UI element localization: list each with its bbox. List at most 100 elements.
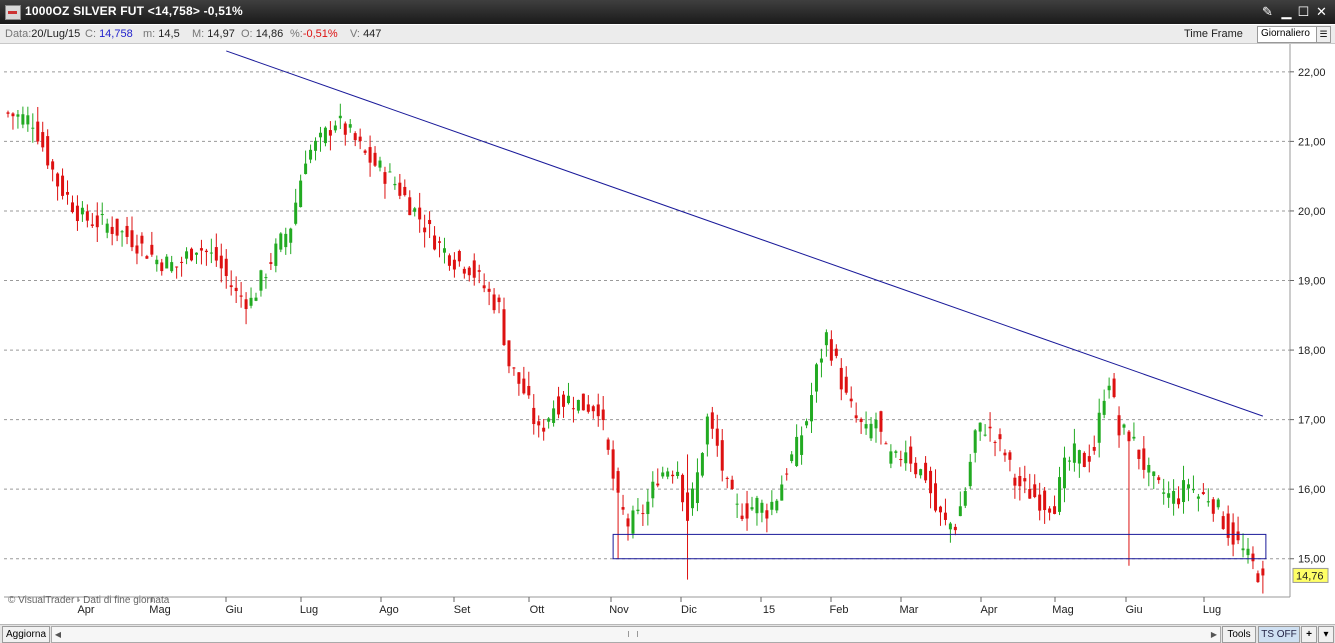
chart-scrollbar[interactable]: ◀ ▶	[51, 626, 1221, 643]
candle-body	[889, 451, 893, 464]
candle-body	[909, 446, 913, 464]
candle-body	[676, 471, 680, 477]
candle-body	[1053, 506, 1057, 514]
candle-body	[770, 501, 774, 510]
candle-body	[26, 115, 30, 125]
candle-body	[1122, 424, 1126, 428]
add-button[interactable]: +	[1301, 626, 1317, 643]
candle-body	[869, 423, 873, 439]
candle-body	[304, 163, 308, 175]
candle-body	[249, 297, 253, 306]
candle-body	[616, 471, 620, 493]
candle-body	[1172, 491, 1176, 504]
candle-body	[507, 340, 511, 367]
candle-body	[1236, 531, 1240, 541]
candle-body	[289, 228, 293, 243]
candle-body	[621, 507, 625, 510]
candle-body	[542, 427, 546, 432]
scroll-left-icon[interactable]: ◀	[52, 627, 64, 642]
candle-body	[720, 440, 724, 471]
candle-body	[1216, 499, 1220, 508]
maximize-icon[interactable]: ☐	[1295, 3, 1312, 20]
candle-body	[1196, 496, 1200, 499]
candle-body	[120, 231, 124, 233]
candle-body	[393, 183, 397, 186]
candle-body	[730, 479, 734, 489]
candle-body	[899, 459, 903, 461]
candle-body	[61, 175, 65, 196]
candle-body	[100, 213, 104, 216]
candle-body	[700, 453, 704, 476]
candle-body	[1256, 573, 1260, 583]
candle-body	[428, 219, 432, 225]
timeframe-select[interactable]: Giornaliero ☰	[1257, 26, 1331, 43]
percent-readout: %:-0,51%	[290, 28, 338, 40]
candle-body	[66, 191, 70, 195]
candle-body	[314, 140, 318, 151]
chevron-down-icon[interactable]: ☰	[1316, 27, 1330, 42]
candle-body	[686, 492, 690, 521]
candle-body	[1018, 475, 1022, 487]
x-tick-label: Giu	[225, 604, 242, 616]
candle-body	[547, 418, 551, 422]
candle-body	[611, 449, 615, 479]
candle-body	[1112, 378, 1116, 398]
candle-body	[492, 294, 496, 311]
candle-body	[581, 393, 585, 411]
candle-body	[323, 127, 327, 144]
candle-body	[1102, 400, 1106, 415]
candle-body	[1038, 494, 1042, 511]
candle-body	[1157, 477, 1161, 481]
chevron-down-icon[interactable]: ▾	[1318, 626, 1334, 643]
candle-body	[879, 411, 883, 432]
candle-body	[472, 260, 476, 278]
y-tick-label: 17,00	[1298, 415, 1326, 427]
candle-body	[973, 430, 977, 453]
price-chart[interactable]: 22,00 21,00 20,00 19,00 18,00 17,00 16,00 15,00…	[0, 44, 1335, 624]
y-tick-label: 16,00	[1298, 484, 1326, 496]
close-icon[interactable]: ✕	[1313, 3, 1330, 20]
tools-icon[interactable]: ✎	[1259, 3, 1276, 20]
x-tick-label: Apr	[980, 604, 997, 616]
minimize-icon[interactable]: ▁	[1278, 3, 1295, 20]
candle-body	[681, 474, 685, 503]
candle-body	[983, 434, 987, 436]
candle-body	[398, 182, 402, 196]
candle-body	[1072, 443, 1076, 463]
candle-body	[1058, 477, 1062, 512]
candle-body	[418, 207, 422, 220]
y-tick-label: 20,00	[1298, 206, 1326, 218]
candle-body	[606, 439, 610, 450]
candle-body	[1206, 501, 1210, 503]
candle-body	[234, 287, 238, 292]
candle-body	[1231, 522, 1235, 545]
candle-body	[641, 513, 645, 515]
candle-body	[765, 510, 769, 519]
candle-body	[1137, 449, 1141, 459]
candle-body	[814, 364, 818, 392]
candle-body	[750, 507, 754, 510]
x-tick-label: Set	[454, 604, 471, 616]
candle-body	[874, 419, 878, 429]
candle-body	[408, 197, 412, 216]
candle-body	[1013, 477, 1017, 486]
candle-body	[586, 404, 590, 412]
candle-body	[1003, 452, 1007, 456]
candle-body	[165, 256, 169, 269]
candle-body	[31, 127, 35, 129]
ts-toggle-button[interactable]: TS OFF	[1258, 626, 1300, 643]
candle-body	[929, 470, 933, 494]
candle-body	[502, 309, 506, 345]
candle-body	[21, 114, 25, 125]
candle-body	[864, 424, 868, 429]
candle-body	[447, 255, 451, 266]
refresh-button[interactable]: Aggiorna	[2, 626, 50, 643]
candle-body	[636, 509, 640, 512]
x-tick-label: Feb	[830, 604, 849, 616]
tools-button[interactable]: Tools	[1222, 626, 1256, 643]
candle-body	[1082, 452, 1086, 467]
scroll-right-icon[interactable]: ▶	[1208, 627, 1220, 642]
candle-body	[1182, 480, 1186, 503]
scroll-thumb-grip[interactable]	[628, 631, 638, 637]
candle-body	[155, 259, 159, 265]
